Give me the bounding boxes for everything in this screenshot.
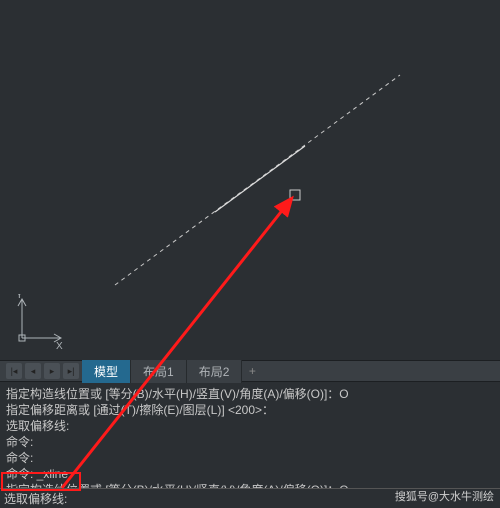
ucs-y-label: Y bbox=[16, 294, 23, 301]
tab-nav-next[interactable]: ▸ bbox=[44, 363, 60, 379]
ucs-icon: Y X bbox=[14, 294, 64, 352]
tab-nav-prev[interactable]: ◂ bbox=[25, 363, 41, 379]
tab-model[interactable]: 模型 bbox=[82, 360, 131, 383]
command-history[interactable]: 指定构造线位置或 [等分(B)/水平(H)/竖直(V)/角度(A)/偏移(O)]… bbox=[0, 382, 500, 488]
tab-nav-first[interactable]: |◂ bbox=[6, 363, 22, 379]
drawing-content bbox=[0, 0, 500, 360]
history-line: 指定偏移距离或 [通过(T)/擦除(E)/图层(L)] <200>： bbox=[6, 402, 494, 418]
history-line: 命令: bbox=[6, 450, 494, 466]
tab-add-button[interactable]: + bbox=[242, 364, 262, 378]
history-line: 命令: bbox=[6, 434, 494, 450]
command-prompt: 选取偏移线: bbox=[4, 490, 67, 507]
history-line: 命令: _xline bbox=[6, 466, 494, 482]
watermark: 搜狐号@大水牛测绘 bbox=[395, 488, 494, 504]
history-line: 选取偏移线: bbox=[6, 418, 494, 434]
tab-layout2[interactable]: 布局2 bbox=[187, 360, 243, 383]
tab-nav-last[interactable]: ▸| bbox=[63, 363, 79, 379]
tab-layout1[interactable]: 布局1 bbox=[131, 360, 187, 383]
ucs-x-label: X bbox=[56, 341, 63, 349]
layout-tab-bar: |◂ ◂ ▸ ▸| 模型 布局1 布局2 + bbox=[0, 360, 500, 382]
history-line: 指定构造线位置或 [等分(B)/水平(H)/竖直(V)/角度(A)/偏移(O)]… bbox=[6, 386, 494, 402]
drawing-canvas[interactable]: Y X bbox=[0, 0, 500, 360]
